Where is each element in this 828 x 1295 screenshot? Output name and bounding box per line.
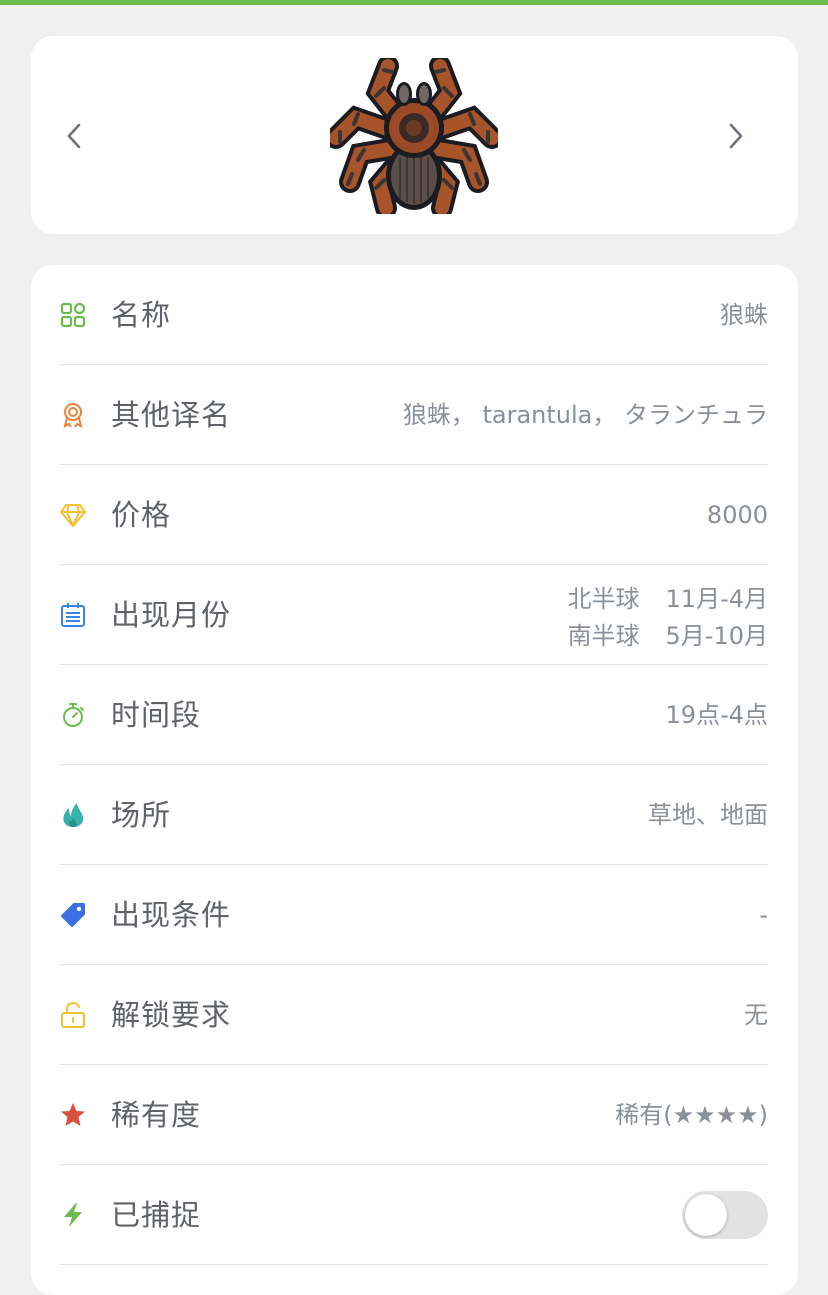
detail-label: 其他译名 xyxy=(111,398,232,432)
detail-value: 8000 xyxy=(706,501,768,529)
diamond-icon xyxy=(60,502,86,528)
tarantula-icon xyxy=(330,58,498,214)
detail-label: 出现条件 xyxy=(111,898,232,932)
detail-label: 场所 xyxy=(111,798,172,832)
lightning-icon xyxy=(60,1202,86,1228)
details-card: 名称 狼蛛 其他译名 狼蛛， tarantula， タランチュラ 价格 8000 xyxy=(31,265,798,1295)
next-button[interactable] xyxy=(715,116,755,156)
detail-value: 狼蛛， tarantula， タランチュラ xyxy=(402,401,768,429)
chevron-left-icon xyxy=(67,123,81,149)
calendar-icon xyxy=(60,602,86,628)
detail-row-time: 时间段 19点-4点 xyxy=(60,665,768,765)
flame-icon xyxy=(60,802,86,828)
tag-icon xyxy=(60,902,86,928)
detail-label: 解锁要求 xyxy=(111,998,232,1032)
detail-label: 稀有度 xyxy=(111,1098,202,1132)
detail-row-rarity: 稀有度 稀有(★★★★) xyxy=(60,1065,768,1165)
medal-icon xyxy=(60,402,86,428)
detail-value: 狼蛛 xyxy=(720,301,768,329)
stopwatch-icon xyxy=(60,702,86,728)
detail-row-location: 场所 草地、地面 xyxy=(60,765,768,865)
detail-row-months: 出现月份 北半球 11月-4月 南半球 5月-10月 xyxy=(60,565,768,665)
detail-row-caught: 已捕捉 xyxy=(60,1165,768,1265)
toggle-knob xyxy=(685,1194,727,1236)
star-icon xyxy=(60,1102,86,1128)
top-accent-bar xyxy=(0,0,828,5)
detail-value: 草地、地面 xyxy=(648,801,768,829)
detail-row-price: 价格 8000 xyxy=(60,465,768,565)
detail-row-unlock: 解锁要求 无 xyxy=(60,965,768,1065)
detail-value: 19点-4点 xyxy=(665,701,768,729)
detail-value: 无 xyxy=(744,1001,768,1029)
detail-label: 出现月份 xyxy=(111,598,232,632)
detail-label: 价格 xyxy=(111,498,172,532)
detail-row-condition: 出现条件 - xyxy=(60,865,768,965)
detail-row-name: 名称 狼蛛 xyxy=(60,265,768,365)
chevron-right-icon xyxy=(729,123,743,149)
caught-toggle[interactable] xyxy=(682,1191,768,1239)
detail-label: 时间段 xyxy=(111,698,202,732)
prev-button[interactable] xyxy=(55,116,95,156)
months-value: 北半球 11月-4月 南半球 5月-10月 xyxy=(568,581,768,655)
detail-value: 稀有(★★★★) xyxy=(615,1101,768,1129)
detail-label: 已捕捉 xyxy=(111,1198,202,1232)
unlock-icon xyxy=(60,1002,86,1028)
south-hemisphere: 南半球 5月-10月 xyxy=(567,622,768,650)
creature-image-card xyxy=(31,36,798,234)
detail-value: - xyxy=(759,901,768,929)
north-hemisphere: 北半球 11月-4月 xyxy=(567,585,768,613)
detail-label: 名称 xyxy=(111,298,172,332)
grid-icon xyxy=(60,302,86,328)
detail-row-aliases: 其他译名 狼蛛， tarantula， タランチュラ xyxy=(60,365,768,465)
